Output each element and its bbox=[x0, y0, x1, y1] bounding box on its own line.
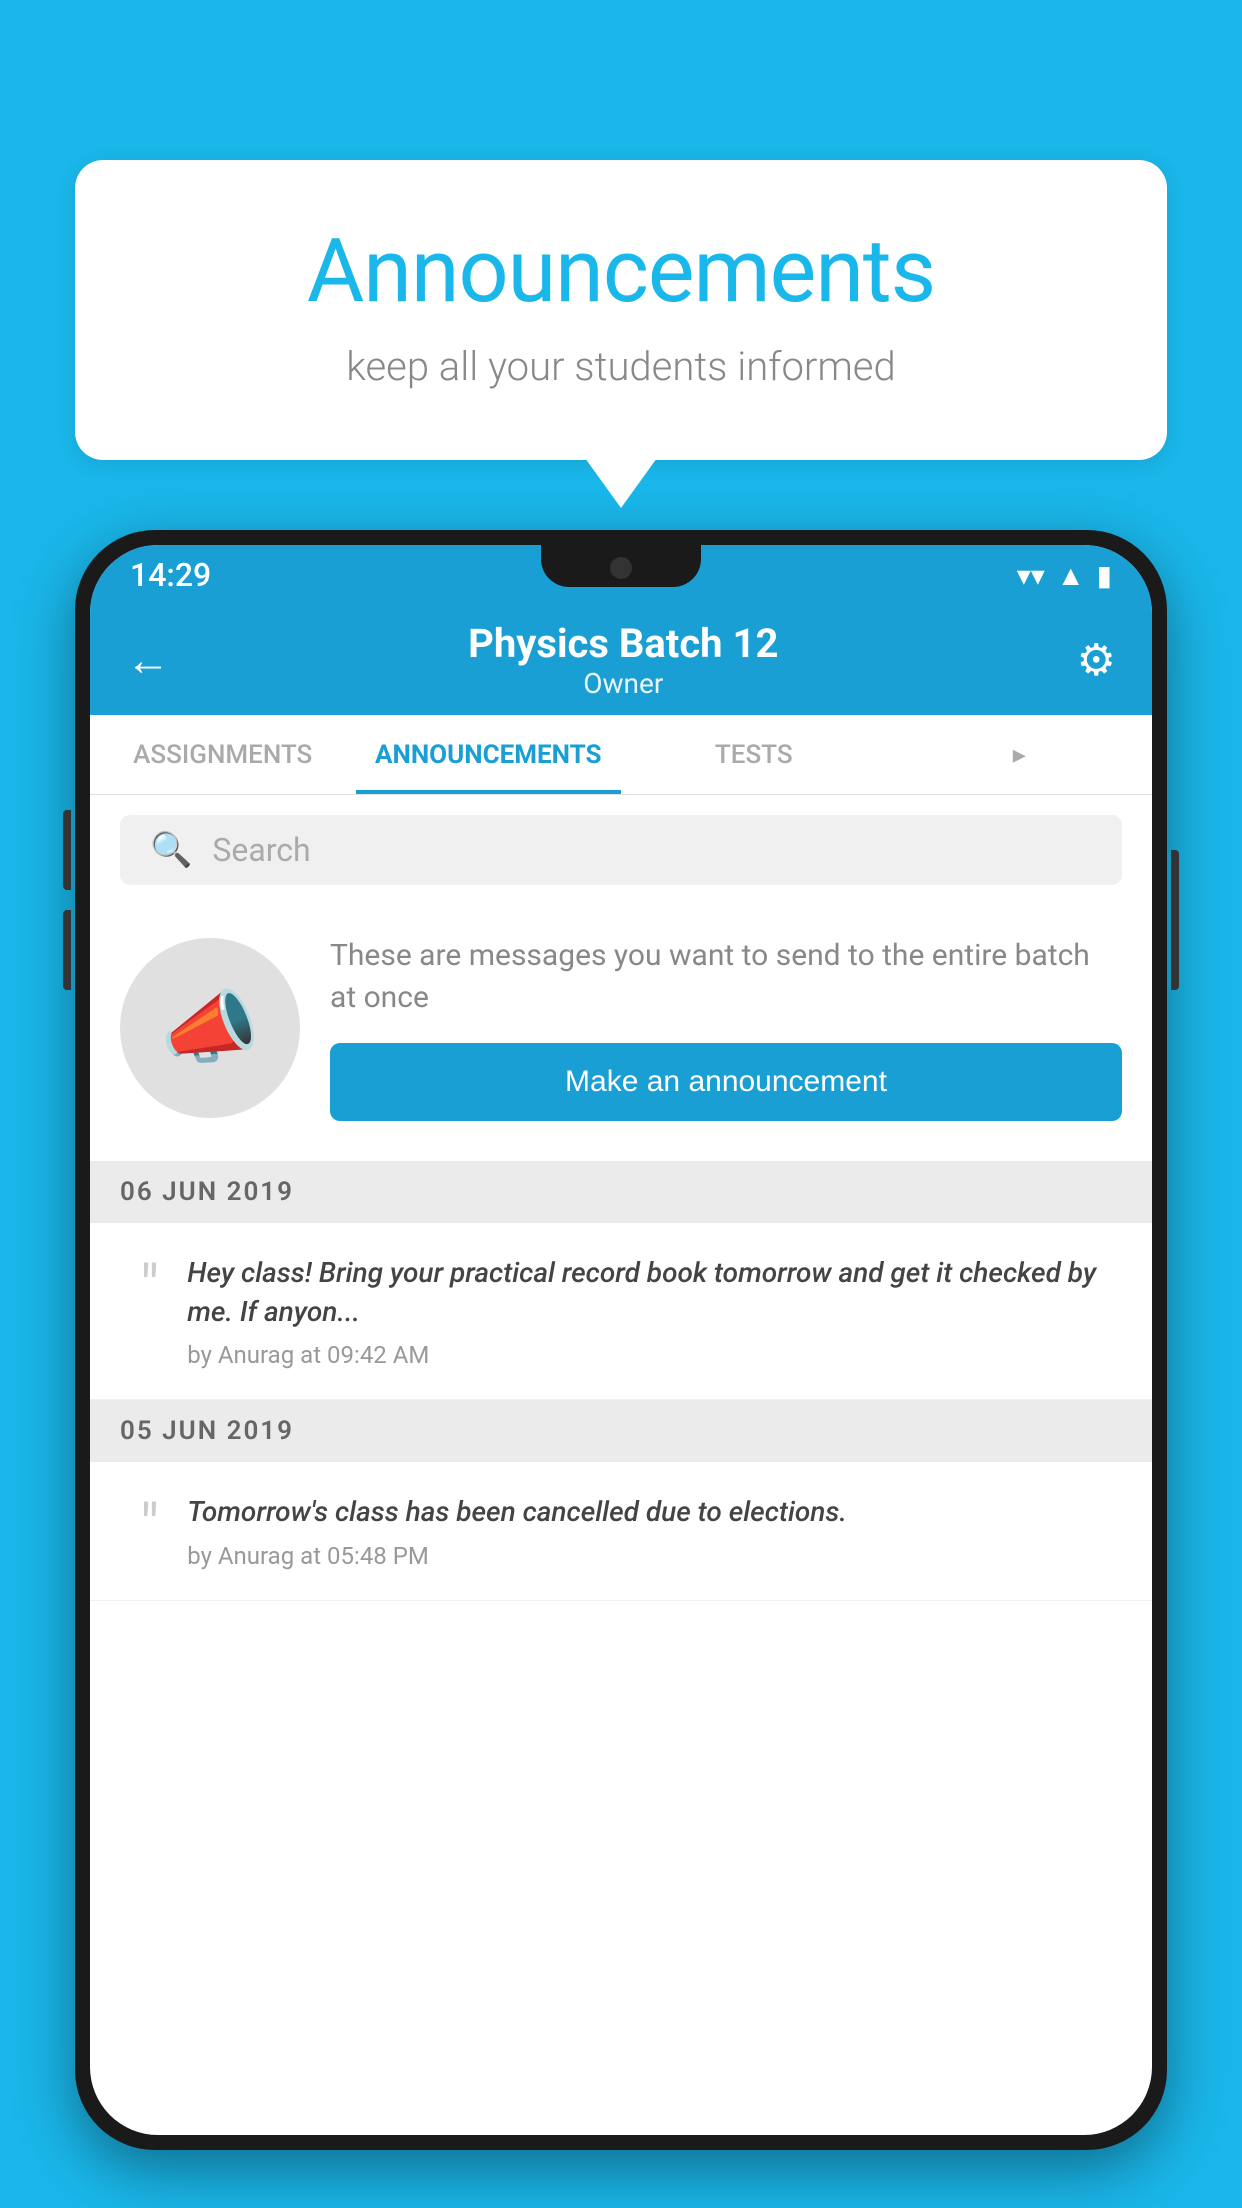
phone-notch bbox=[541, 545, 701, 587]
announcement-text-2: Tomorrow's class has been cancelled due … bbox=[187, 1492, 1122, 1531]
volume-up-button bbox=[63, 810, 71, 890]
tab-more[interactable]: ▸ bbox=[887, 715, 1153, 794]
tab-assignments[interactable]: ASSIGNMENTS bbox=[90, 715, 356, 794]
announcement-avatar: 📣 bbox=[120, 938, 300, 1118]
phone-frame: 14:29 ▾▾ ▲ ▮ ← Physics Batch 12 Owner ⚙ … bbox=[75, 530, 1167, 2150]
megaphone-icon: 📣 bbox=[160, 981, 260, 1075]
search-box[interactable]: 🔍 Search bbox=[120, 815, 1122, 885]
phone-wrapper: 14:29 ▾▾ ▲ ▮ ← Physics Batch 12 Owner ⚙ … bbox=[75, 530, 1167, 2208]
search-container: 🔍 Search bbox=[90, 795, 1152, 905]
header-title: Physics Batch 12 bbox=[468, 620, 778, 667]
announcement-content-2: Tomorrow's class has been cancelled due … bbox=[187, 1492, 1122, 1569]
announcement-item-2[interactable]: " Tomorrow's class has been cancelled du… bbox=[90, 1462, 1152, 1600]
speech-bubble-title: Announcements bbox=[125, 220, 1117, 323]
status-time: 14:29 bbox=[130, 556, 211, 594]
date-label-1: 06 JUN 2019 bbox=[120, 1177, 294, 1207]
signal-icon: ▲ bbox=[1057, 559, 1085, 592]
volume-down-button bbox=[63, 910, 71, 990]
promo-card: 📣 These are messages you want to send to… bbox=[90, 905, 1152, 1161]
speech-bubble-container: Announcements keep all your students inf… bbox=[75, 160, 1167, 460]
wifi-icon: ▾▾ bbox=[1017, 559, 1045, 592]
speech-bubble: Announcements keep all your students inf… bbox=[75, 160, 1167, 460]
speech-bubble-subtitle: keep all your students informed bbox=[125, 343, 1117, 390]
announcement-meta-2: by Anurag at 05:48 PM bbox=[187, 1542, 1122, 1570]
phone-camera bbox=[610, 557, 632, 579]
tab-bar: ASSIGNMENTS ANNOUNCEMENTS TESTS ▸ bbox=[90, 715, 1152, 795]
tab-tests[interactable]: TESTS bbox=[621, 715, 887, 794]
announcement-meta-1: by Anurag at 09:42 AM bbox=[187, 1341, 1122, 1369]
quote-icon-2: " bbox=[140, 1497, 159, 1557]
settings-icon[interactable]: ⚙ bbox=[1077, 634, 1116, 686]
tab-announcements[interactable]: ANNOUNCEMENTS bbox=[356, 715, 622, 794]
power-button bbox=[1171, 850, 1179, 990]
date-separator-2: 05 JUN 2019 bbox=[90, 1400, 1152, 1462]
quote-icon-1: " bbox=[140, 1258, 159, 1318]
date-separator-1: 06 JUN 2019 bbox=[90, 1161, 1152, 1223]
promo-content: These are messages you want to send to t… bbox=[330, 935, 1122, 1121]
status-icons: ▾▾ ▲ ▮ bbox=[1017, 559, 1112, 592]
battery-icon: ▮ bbox=[1097, 559, 1112, 592]
app-header: ← Physics Batch 12 Owner ⚙ bbox=[90, 605, 1152, 715]
announcement-content-1: Hey class! Bring your practical record b… bbox=[187, 1253, 1122, 1369]
back-button[interactable]: ← bbox=[126, 634, 170, 686]
phone-screen: 14:29 ▾▾ ▲ ▮ ← Physics Batch 12 Owner ⚙ … bbox=[90, 545, 1152, 2135]
date-label-2: 05 JUN 2019 bbox=[120, 1416, 294, 1446]
search-input[interactable]: Search bbox=[212, 831, 310, 869]
announcement-item-1[interactable]: " Hey class! Bring your practical record… bbox=[90, 1223, 1152, 1400]
make-announcement-button[interactable]: Make an announcement bbox=[330, 1043, 1122, 1121]
header-center: Physics Batch 12 Owner bbox=[468, 620, 778, 700]
search-icon: 🔍 bbox=[150, 830, 192, 870]
header-subtitle: Owner bbox=[468, 667, 778, 700]
promo-description: These are messages you want to send to t… bbox=[330, 935, 1122, 1019]
announcement-text-1: Hey class! Bring your practical record b… bbox=[187, 1253, 1122, 1331]
